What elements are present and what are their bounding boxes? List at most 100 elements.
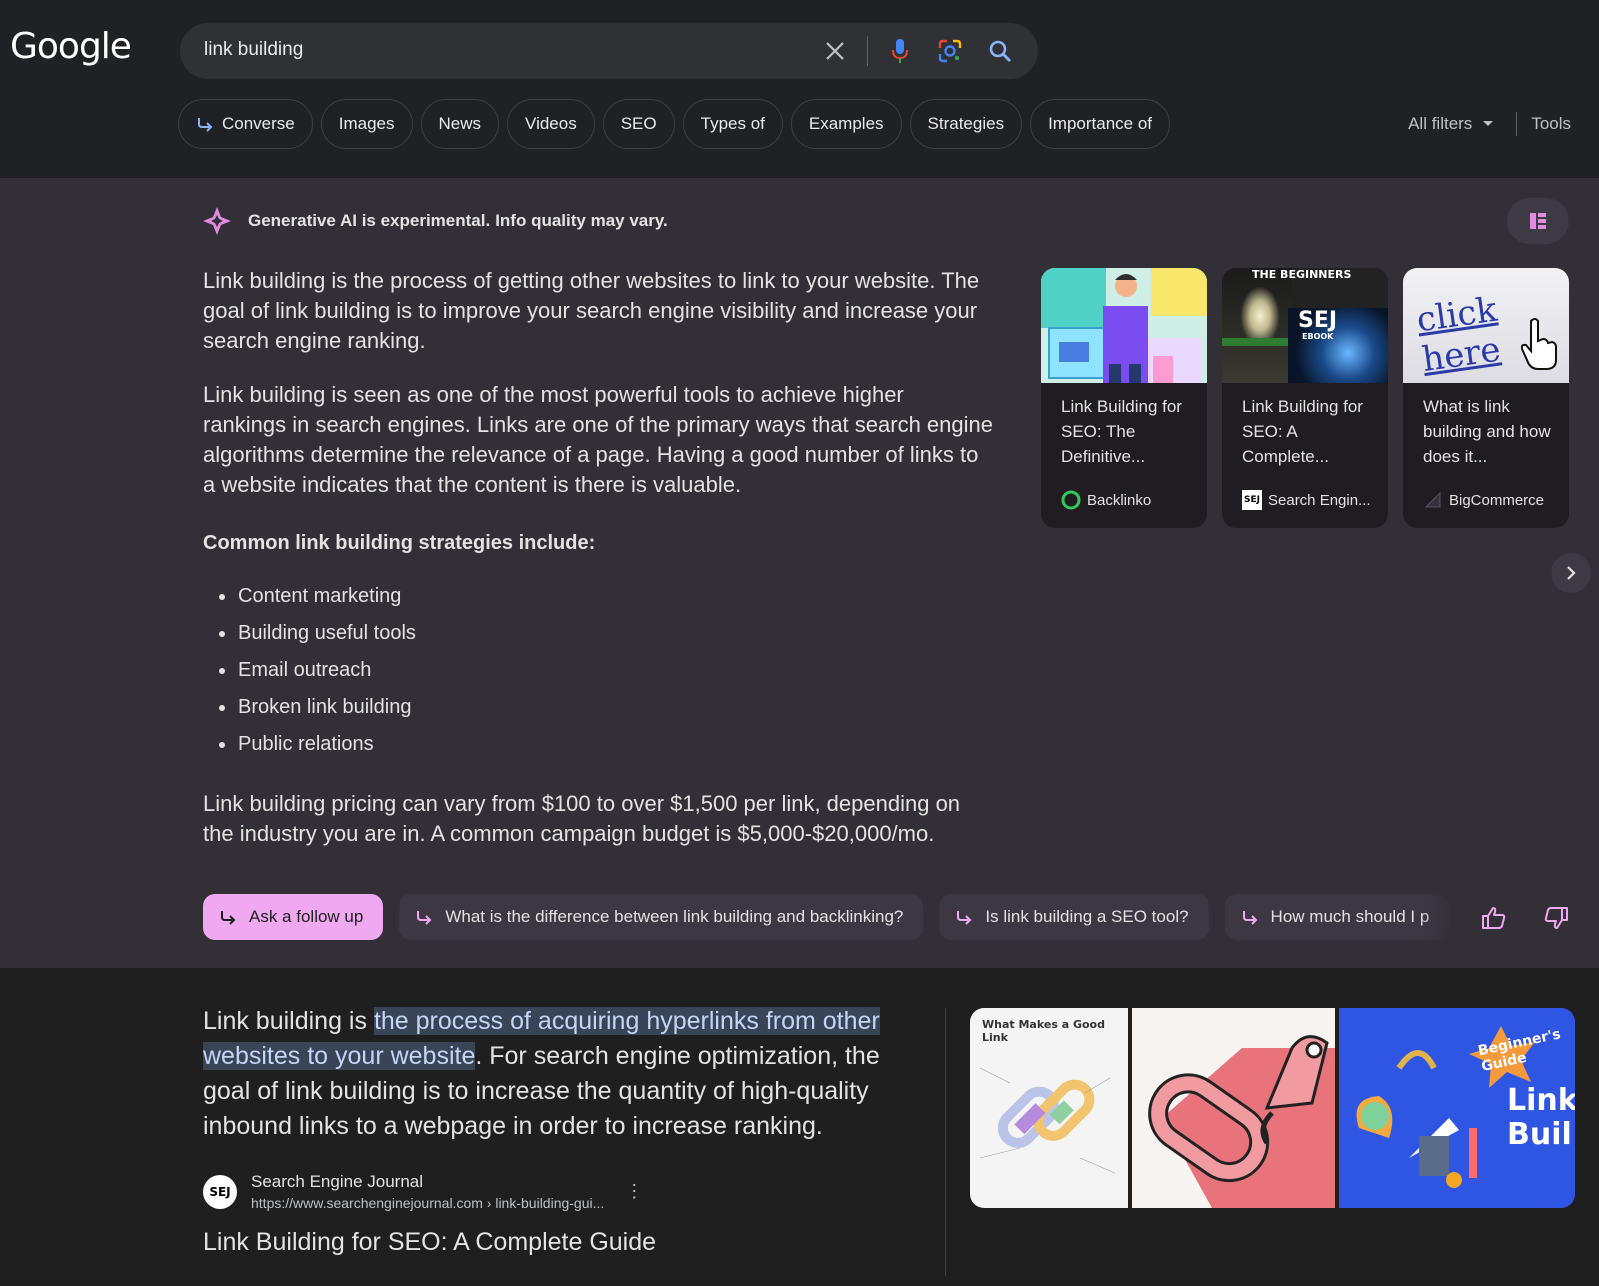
source-card-bigcommerce[interactable]: click here What is link building and how… bbox=[1403, 268, 1569, 528]
source-card-backlinko[interactable]: Link Building for SEO: The Definitive...… bbox=[1041, 268, 1207, 528]
ai-paragraph-2: Link building is seen as one of the most… bbox=[203, 382, 993, 497]
sparkle-icon bbox=[203, 207, 231, 235]
result-title-link[interactable]: Link Building for SEO: A Complete Guide bbox=[203, 1228, 656, 1257]
list-item: Broken link building bbox=[217, 689, 993, 726]
source-url: https://www.searchenginejournal.com › li… bbox=[251, 1195, 605, 1211]
followup-label: What is the difference between link buil… bbox=[445, 907, 904, 926]
image-tile-good-link[interactable]: What Makes a Good Link bbox=[970, 1008, 1128, 1208]
follow-up-arrow-icon bbox=[417, 911, 432, 925]
card-source-name: BigCommerce bbox=[1449, 491, 1545, 509]
card-title: Link Building for SEO: The Definitive... bbox=[1061, 397, 1182, 466]
chip-examples[interactable]: Examples bbox=[790, 99, 902, 149]
card-image-sub-text: EBOOK bbox=[1302, 332, 1334, 341]
strategies-heading: Common link building strategies include: bbox=[203, 532, 596, 554]
filters-bar: All filters Tools bbox=[1408, 112, 1571, 136]
list-item: Content marketing bbox=[217, 578, 993, 615]
card-image-logo-text: SEJ bbox=[1298, 308, 1338, 333]
source-name: Search Engine Journal bbox=[251, 1172, 424, 1191]
snippet-source[interactable]: SEJ Search Engine Journal https://www.se… bbox=[203, 1172, 644, 1211]
hand-cursor-icon bbox=[1521, 318, 1557, 370]
image-tile-text: Link Buil bbox=[1507, 1084, 1575, 1152]
chip-label: Converse bbox=[222, 114, 295, 133]
image-tile-title: What Makes a Good Link bbox=[982, 1018, 1105, 1044]
ask-follow-up-button[interactable]: Ask a follow up bbox=[203, 894, 384, 940]
chip-images[interactable]: Images bbox=[320, 99, 413, 149]
ai-overview-text: Link building is the process of getting … bbox=[203, 266, 993, 873]
ask-follow-up-label: Ask a follow up bbox=[249, 907, 364, 926]
chip-converse[interactable]: Converse bbox=[178, 99, 313, 149]
ai-banner: Generative AI is experimental. Info qual… bbox=[202, 206, 668, 236]
chip-types-of[interactable]: Types of bbox=[682, 99, 783, 149]
followup-label: Is link building a SEO tool? bbox=[985, 907, 1189, 926]
card-source: Backlinko bbox=[1061, 490, 1151, 510]
card-source: BigCommerce bbox=[1423, 490, 1544, 510]
card-source-name: Backlinko bbox=[1087, 491, 1152, 509]
chip-videos[interactable]: Videos bbox=[507, 99, 595, 149]
dropdown-arrow-icon[interactable] bbox=[1482, 120, 1494, 128]
bigcommerce-favicon-icon bbox=[1423, 490, 1443, 510]
chip-strategies[interactable]: Strategies bbox=[909, 99, 1023, 149]
converse-arrow-icon bbox=[198, 118, 213, 132]
sej-favicon-icon: SEJ bbox=[1242, 490, 1262, 510]
filters-divider bbox=[1516, 112, 1518, 136]
snippet-divider bbox=[945, 1008, 946, 1276]
backlinko-favicon-icon bbox=[1061, 490, 1081, 510]
snippet-before: Link building is bbox=[203, 1007, 374, 1035]
all-filters-button[interactable]: All filters bbox=[1408, 114, 1472, 134]
layout-icon bbox=[1530, 213, 1546, 229]
ai-banner-bold: Generative AI is experimental. bbox=[248, 211, 491, 230]
lens-camera-icon[interactable] bbox=[932, 33, 968, 69]
ai-banner-text: Info quality may vary. bbox=[495, 211, 668, 230]
chip-seo[interactable]: SEO bbox=[602, 99, 675, 149]
search-input[interactable]: link building bbox=[204, 39, 303, 61]
ai-paragraph-1: Link building is the process of getting … bbox=[203, 268, 980, 353]
chevron-right-icon bbox=[1567, 566, 1576, 580]
follow-up-arrow-icon bbox=[957, 911, 972, 925]
cards-next-button[interactable] bbox=[1551, 553, 1591, 593]
layout-toggle-button[interactable] bbox=[1507, 198, 1569, 244]
snippet-images: What Makes a Good Link Beginner's Guide … bbox=[970, 1008, 1575, 1208]
sej-favicon: SEJ bbox=[203, 1174, 237, 1209]
follow-up-arrow-icon bbox=[221, 911, 236, 925]
source-cards: Link Building for SEO: The Definitive...… bbox=[1041, 268, 1584, 528]
card-title: Link Building for SEO: A Complete... bbox=[1242, 397, 1363, 466]
followup-chips: Ask a follow up What is the difference b… bbox=[203, 894, 1453, 940]
followup-question-3[interactable]: How much should I p bbox=[1224, 894, 1450, 940]
chip-importance-of[interactable]: Importance of bbox=[1030, 99, 1171, 149]
followup-label: How much should I p bbox=[1270, 907, 1430, 926]
card-thumbnail: THE BEGINNERS SEJ EBOOK bbox=[1222, 268, 1388, 383]
image-tile-chain-illustration[interactable] bbox=[1132, 1008, 1335, 1208]
google-logo[interactable]: Google bbox=[10, 26, 132, 67]
follow-up-arrow-icon bbox=[1242, 911, 1257, 925]
search-icon[interactable] bbox=[982, 33, 1018, 69]
microphone-icon[interactable] bbox=[882, 33, 918, 69]
followup-fade bbox=[1420, 894, 1460, 940]
tools-button[interactable]: Tools bbox=[1531, 114, 1571, 134]
card-source: SEJ Search Engin... bbox=[1242, 490, 1371, 510]
card-thumbnail bbox=[1041, 268, 1207, 383]
followup-question-1[interactable]: What is the difference between link buil… bbox=[399, 894, 924, 940]
featured-snippet-text: Link building is the process of acquirin… bbox=[203, 1004, 923, 1144]
more-options-icon[interactable]: ⋮ bbox=[624, 1181, 644, 1202]
followup-question-2[interactable]: Is link building a SEO tool? bbox=[939, 894, 1209, 940]
strategies-list: Content marketing Building useful tools … bbox=[217, 578, 993, 763]
card-image-top-text: THE BEGINNERS bbox=[1252, 268, 1352, 281]
list-item: Public relations bbox=[217, 726, 993, 763]
ai-pricing-paragraph: Link building pricing can vary from $100… bbox=[203, 791, 961, 846]
list-item: Building useful tools bbox=[217, 615, 993, 652]
thumbs-down-icon[interactable] bbox=[1538, 900, 1574, 936]
search-box[interactable]: link building bbox=[180, 23, 1038, 79]
clear-icon[interactable] bbox=[817, 33, 853, 69]
ai-overview-panel: Generative AI is experimental. Info qual… bbox=[0, 178, 1599, 968]
image-tile-beginners-guide[interactable]: Beginner's Guide Link Buil bbox=[1339, 1008, 1575, 1208]
search-divider bbox=[867, 36, 868, 66]
search-chips: Converse Images News Videos SEO Types of… bbox=[178, 99, 1178, 149]
card-source-name: Search Engin... bbox=[1268, 491, 1371, 509]
card-title: What is link building and how does it... bbox=[1423, 397, 1551, 466]
header: Google link building Converse Images New… bbox=[0, 0, 1599, 178]
source-card-sej[interactable]: THE BEGINNERS SEJ EBOOK Link Building fo… bbox=[1222, 268, 1388, 528]
chip-news[interactable]: News bbox=[420, 99, 500, 149]
list-item: Email outreach bbox=[217, 652, 993, 689]
card-thumbnail: click here bbox=[1403, 268, 1569, 383]
thumbs-up-icon[interactable] bbox=[1476, 900, 1512, 936]
